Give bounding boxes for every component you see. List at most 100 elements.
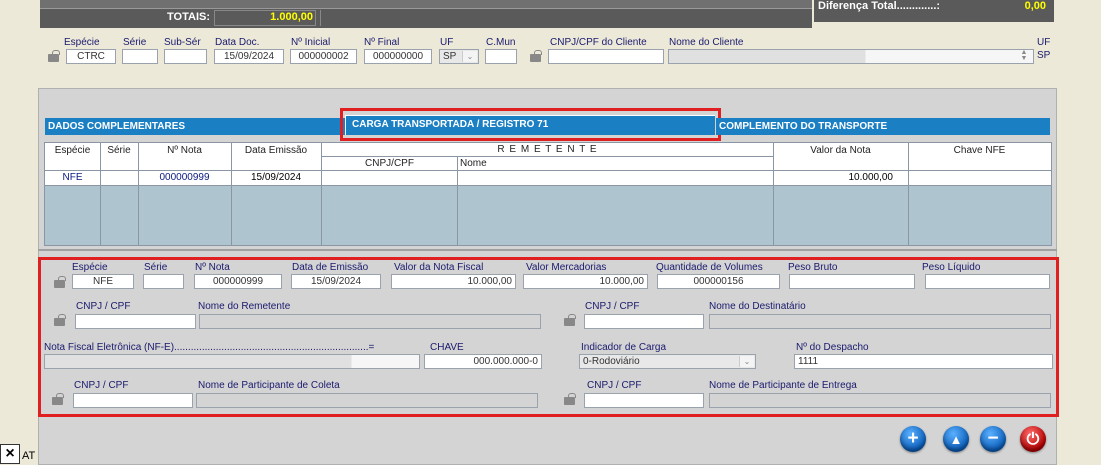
header-remetente: R E M E T E N T E (497, 144, 598, 155)
detail-cnpj-dest-label: CNPJ / CPF (585, 301, 640, 312)
detail-nome-dest-field[interactable] (709, 314, 1051, 329)
taskbar-close-button[interactable]: × (0, 444, 20, 464)
chevron-down-icon[interactable]: ⌄ (739, 356, 754, 367)
cmun-label: C.Mun (486, 37, 516, 48)
totals-grid-top (40, 0, 812, 9)
detail-peso-bruto-field[interactable] (789, 274, 915, 289)
grid-col-divider (457, 157, 458, 245)
close-icon: × (5, 445, 15, 462)
tab-complemento-transporte[interactable]: COMPLEMENTO DO TRANSPORTE (716, 118, 1050, 135)
card-icon[interactable] (52, 314, 67, 327)
detail-data-emissao-label: Data de Emissão (292, 262, 369, 273)
minus-icon: − (987, 428, 999, 449)
detail-cnpj-entrega-label: CNPJ / CPF (587, 380, 642, 391)
tab-dados-complementares[interactable]: DADOS COMPLEMENTARES (45, 118, 345, 135)
scroll-arrows-icon[interactable]: ▲ ▼ (1017, 49, 1031, 63)
header-chave: Chave NFE (953, 145, 1006, 156)
diferenca-panel: Diferença Total.............: 0,00 (814, 0, 1054, 22)
card-icon[interactable] (528, 50, 543, 63)
detail-valor-merc-field[interactable]: 10.000,00 (523, 274, 648, 289)
detail-chave-label: CHAVE (430, 342, 464, 353)
detail-valor-nf-label: Valor da Nota Fiscal (394, 262, 484, 273)
detail-nome-rem-label: Nome do Remetente (198, 301, 291, 312)
subserie-label: Sub-Sér (164, 37, 201, 48)
cnpj-cliente-field[interactable] (548, 49, 664, 64)
serie-label: Série (123, 37, 147, 48)
detail-nfe-field[interactable] (44, 354, 420, 369)
cnpj-cliente-label: CNPJ/CPF do Cliente (550, 37, 647, 48)
detail-peso-liq-field[interactable] (925, 274, 1050, 289)
detail-data-emissao-field[interactable]: 15/09/2024 (291, 274, 381, 289)
detail-despacho-label: Nº do Despacho (796, 342, 869, 353)
n-final-label: Nº Final (364, 37, 400, 48)
row-data-emissao: 15/09/2024 (250, 172, 302, 183)
detail-cnpj-entrega-field[interactable] (584, 393, 704, 408)
data-doc-label: Data Doc. (215, 37, 260, 48)
row-valor: 10.000,00 (848, 172, 894, 183)
detail-n-nota-field[interactable]: 000000999 (194, 274, 282, 289)
detail-cnpj-rem-field[interactable] (75, 314, 196, 329)
detail-valor-nf-field[interactable]: 10.000,00 (391, 274, 516, 289)
uf-right-value: SP (1037, 50, 1051, 61)
totals-label: TOTAIS: (167, 11, 210, 23)
card-icon[interactable] (562, 393, 577, 406)
detail-cnpj-coleta-label: CNPJ / CPF (74, 380, 129, 391)
header-valor: Valor da Nota (810, 145, 871, 156)
header-especie: Espécie (54, 145, 91, 156)
card-icon[interactable] (46, 50, 61, 63)
card-icon[interactable] (52, 276, 67, 289)
n-final-field[interactable]: 000000000 (364, 49, 432, 64)
remove-button[interactable]: − (980, 426, 1006, 452)
detail-nome-entrega-field[interactable] (709, 393, 1051, 408)
detail-nfe-label: Nota Fiscal Eletrônica (NF-E)...........… (44, 342, 375, 353)
triangle-up-icon: ▲ (949, 432, 963, 447)
nome-cliente-label: Nome do Cliente (669, 37, 744, 48)
detail-chave-field[interactable]: 000.000.000-0 (424, 354, 542, 369)
add-button[interactable]: + (900, 426, 926, 452)
card-icon[interactable] (50, 393, 65, 406)
detail-nome-coleta-label: Nome de Participante de Coleta (198, 380, 340, 391)
ind-carga-value: 0-Rodoviário (583, 356, 640, 367)
grid-col-divider (231, 143, 232, 245)
chevron-down-icon[interactable]: ⌄ (462, 51, 477, 62)
detail-especie-field[interactable]: NFE (72, 274, 134, 289)
detail-nome-rem-field[interactable] (199, 314, 541, 329)
n-inicial-label: Nº Inicial (291, 37, 331, 48)
grid-col-divider (100, 143, 101, 245)
detail-n-nota-label: Nº Nota (195, 262, 230, 273)
serie-field[interactable] (122, 49, 158, 64)
grid-col-divider (321, 143, 322, 245)
uf-select[interactable]: SP ⌄ (439, 49, 479, 64)
subserie-field[interactable] (164, 49, 207, 64)
grid-col-divider (908, 143, 909, 245)
detail-ind-carga-label: Indicador de Carga (581, 342, 667, 353)
especie-field[interactable]: CTRC (66, 49, 116, 64)
row-especie: NFE (62, 172, 83, 183)
tab-highlight-box (340, 108, 721, 141)
up-button[interactable]: ▲ (943, 426, 969, 452)
uf-label: UF (440, 37, 454, 48)
data-doc-field[interactable]: 15/09/2024 (214, 49, 284, 64)
detail-peso-bruto-label: Peso Bruto (788, 262, 838, 273)
grid-col-divider (138, 143, 139, 245)
power-icon: ⏻ (1026, 431, 1040, 448)
especie-label: Espécie (64, 37, 100, 48)
totals-empty-cells (320, 10, 808, 26)
detail-cnpj-dest-field[interactable] (584, 314, 704, 329)
table-row[interactable]: NFE 000000999 15/09/2024 10.000,00 (45, 171, 1051, 186)
detail-cnpj-coleta-field[interactable] (73, 393, 193, 408)
detail-serie-field[interactable] (143, 274, 184, 289)
n-inicial-field[interactable]: 000000002 (290, 49, 357, 64)
plus-icon: + (907, 428, 919, 449)
card-icon[interactable] (562, 314, 577, 327)
header-remetente-divider (322, 156, 773, 157)
cmun-field[interactable] (485, 49, 517, 64)
nome-cliente-field[interactable] (668, 49, 1034, 64)
detail-despacho-field[interactable]: 1111 (794, 354, 1053, 369)
detail-nome-entrega-label: Nome de Participante de Entrega (709, 380, 857, 391)
detail-ind-carga-select[interactable]: 0-Rodoviário ⌄ (579, 354, 756, 369)
power-button[interactable]: ⏻ (1020, 426, 1046, 452)
detail-nome-coleta-field[interactable] (196, 393, 538, 408)
detail-peso-liq-label: Peso Líquido (922, 262, 981, 273)
detail-qtd-vol-field[interactable]: 000000156 (657, 274, 780, 289)
